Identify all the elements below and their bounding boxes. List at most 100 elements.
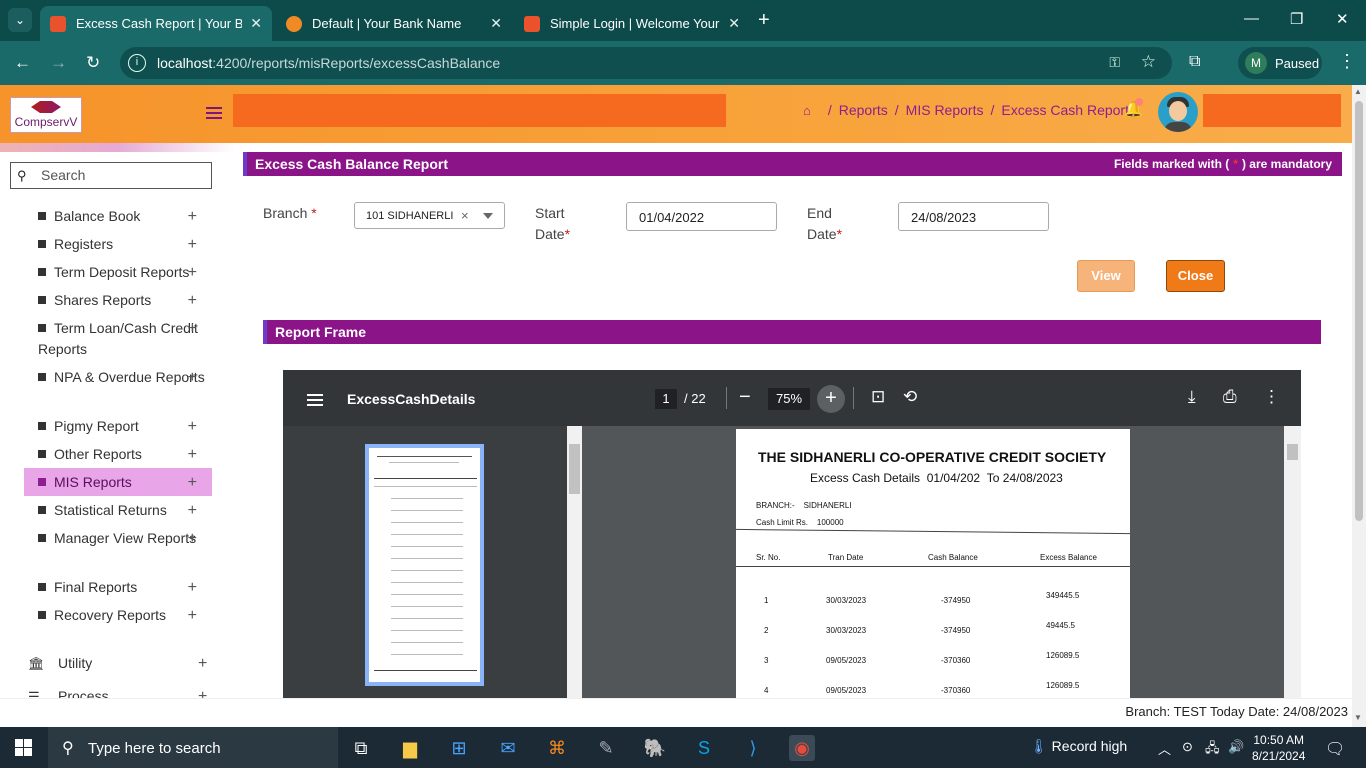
system-clock[interactable]: 10:50 AM 8/21/2024 [1252, 732, 1305, 764]
extensions-icon[interactable]: ⧉ [1189, 53, 1200, 71]
sidebar-item-registers[interactable]: Registers + [24, 234, 212, 255]
pdf-scrollbar[interactable] [1284, 426, 1301, 698]
pdf-thumbnail-page-1[interactable] [365, 444, 484, 686]
weather-widget[interactable]: 🌡 Record high [1030, 738, 1127, 755]
zoom-in-icon[interactable]: + [817, 385, 845, 413]
tab-search-menu[interactable]: ⌄ [8, 8, 32, 32]
sidebar-item-shares[interactable]: Shares Reports + [24, 290, 212, 311]
notifications-icon[interactable]: 🗨 [1325, 739, 1345, 759]
app-icon[interactable]: ✎ [593, 735, 619, 761]
sidebar-item-pigmy[interactable]: Pigmy Report + [24, 416, 212, 437]
camera-icon[interactable]: ⊙ [1182, 739, 1193, 755]
expand-plus-icon[interactable]: + [188, 290, 197, 311]
zoom-out-icon[interactable]: − [739, 386, 751, 409]
sidebar-item-mis-reports[interactable]: MIS Reports + [24, 468, 212, 496]
download-icon[interactable]: ⤓ [1188, 387, 1196, 407]
expand-plus-icon[interactable]: + [188, 528, 197, 549]
expand-plus-icon[interactable]: + [188, 500, 197, 521]
expand-plus-icon[interactable]: + [188, 234, 197, 255]
vscode-icon[interactable]: ⟩ [740, 735, 766, 761]
search-input[interactable] [41, 167, 206, 183]
expand-plus-icon[interactable]: + [188, 206, 197, 227]
page-title: Excess Cash Balance Report [255, 156, 448, 172]
breadcrumb-mis-reports[interactable]: MIS Reports [906, 102, 984, 118]
start-date-input[interactable]: 01/04/2022 [626, 202, 777, 231]
expand-plus-icon[interactable]: + [188, 318, 197, 339]
view-button[interactable]: View [1077, 260, 1135, 292]
sidebar-item-statistical[interactable]: Statistical Returns + [24, 500, 212, 521]
expand-plus-icon[interactable]: + [188, 262, 197, 283]
print-icon[interactable]: ⎙ [1223, 387, 1237, 407]
expand-plus-icon[interactable]: + [188, 472, 197, 493]
pdf-page-input[interactable]: 1 [655, 389, 677, 409]
pdf-more-icon[interactable]: ⋮ [1263, 387, 1280, 407]
taskbar-search[interactable]: ⚲ Type here to search [48, 727, 338, 768]
site-info-icon[interactable]: i [128, 54, 146, 72]
reload-icon[interactable]: ↻ [86, 53, 100, 73]
sidebar-item-balance-book[interactable]: Balance Book + [24, 206, 212, 227]
close-window-icon[interactable]: ✕ [1336, 10, 1349, 28]
sidebar-item-npa-overdue[interactable]: NPA & Overdue Reports + [24, 367, 212, 388]
tab-simple-login[interactable]: Simple Login | Welcome Your B ✕ [514, 6, 750, 41]
browser-menu-icon[interactable]: ⋮ [1338, 51, 1356, 72]
network-icon[interactable]: 🖧 [1205, 739, 1220, 761]
clear-selection-icon[interactable]: × [461, 208, 469, 223]
expand-plus-icon[interactable]: + [188, 444, 197, 465]
store-icon[interactable]: ⊞ [446, 735, 472, 761]
mail-icon[interactable]: ✉ [495, 735, 521, 761]
expand-plus-icon[interactable]: + [188, 367, 197, 388]
volume-icon[interactable]: 🔊 [1228, 739, 1244, 755]
windows-start-icon[interactable] [15, 739, 32, 756]
expand-plus-icon[interactable]: + [188, 577, 197, 598]
fit-page-icon[interactable]: ⊡ [871, 387, 885, 407]
user-avatar[interactable] [1158, 92, 1198, 132]
pdf-sidebar-menu-icon[interactable] [307, 391, 323, 409]
back-icon[interactable]: ← [14, 53, 31, 73]
sidebar-item-other[interactable]: Other Reports + [24, 444, 212, 465]
tab-default[interactable]: Default | Your Bank Name ✕ [276, 6, 512, 41]
rotate-icon[interactable]: ⟲ [903, 387, 917, 407]
pdf-zoom-input[interactable]: 75% [768, 388, 810, 410]
branch-select[interactable]: 101 SIDHANERLI × [354, 202, 505, 229]
end-date-input[interactable]: 24/08/2023 [898, 202, 1049, 231]
file-explorer-icon[interactable]: ▆ [397, 735, 423, 761]
expand-plus-icon[interactable]: + [198, 655, 207, 673]
tray-chevron-icon[interactable]: ︿ [1158, 739, 1171, 758]
new-tab-button[interactable]: + [758, 9, 770, 32]
profile-button[interactable]: M Paused [1238, 47, 1322, 79]
task-view-icon[interactable]: ⧉ [348, 735, 374, 761]
page-scrollbar[interactable]: ▲ ▼ [1352, 85, 1366, 727]
address-bar[interactable]: i localhost:4200/reports/misReports/exce… [120, 47, 1172, 79]
sidebar-item-recovery[interactable]: Recovery Reports + [24, 605, 212, 626]
close-tab-icon[interactable]: ✕ [490, 15, 502, 32]
skype-icon[interactable]: S [691, 735, 717, 761]
sidebar-item-term-deposit[interactable]: Term Deposit Reports + [24, 262, 212, 283]
table-cell: 30/03/2023 [826, 596, 867, 605]
breadcrumb-reports[interactable]: Reports [839, 102, 888, 118]
postgres-icon[interactable]: 🐘 [642, 735, 668, 761]
close-tab-icon[interactable]: ✕ [728, 15, 740, 32]
thumbnail-scrollbar[interactable] [567, 426, 582, 698]
close-tab-icon[interactable]: ✕ [250, 15, 262, 32]
chevron-down-icon[interactable] [483, 213, 493, 219]
close-button[interactable]: Close [1166, 260, 1225, 292]
table-cell: 2 [764, 626, 769, 635]
expand-plus-icon[interactable]: + [188, 416, 197, 437]
password-key-icon[interactable]: ⚿ [1109, 54, 1120, 71]
restore-icon[interactable]: ❐ [1290, 10, 1303, 28]
chrome-icon[interactable]: ◉ [789, 735, 815, 761]
sidebar-item-utility[interactable]: 🏛 Utility + [28, 655, 207, 672]
xampp-icon[interactable]: ⌘ [544, 735, 570, 761]
minimize-icon[interactable]: — [1244, 10, 1259, 27]
compserv-logo[interactable]: CompservV [10, 97, 82, 133]
sidebar-item-final[interactable]: Final Reports + [24, 577, 212, 598]
bookmark-star-icon[interactable]: ☆ [1141, 52, 1156, 72]
sidebar-toggle-icon[interactable] [206, 104, 222, 122]
sidebar-item-manager-view[interactable]: Manager View Reports + [24, 528, 212, 549]
forward-icon[interactable]: → [50, 53, 67, 73]
home-icon[interactable]: ⌂ [803, 103, 811, 118]
expand-plus-icon[interactable]: + [188, 605, 197, 626]
sidebar-item-term-loan[interactable]: Term Loan/Cash Credit Reports + [24, 318, 212, 360]
tab-excess-cash-report[interactable]: Excess Cash Report | Your Bank ✕ [40, 6, 272, 41]
notification-bell-icon[interactable]: 🔔 [1124, 98, 1143, 118]
